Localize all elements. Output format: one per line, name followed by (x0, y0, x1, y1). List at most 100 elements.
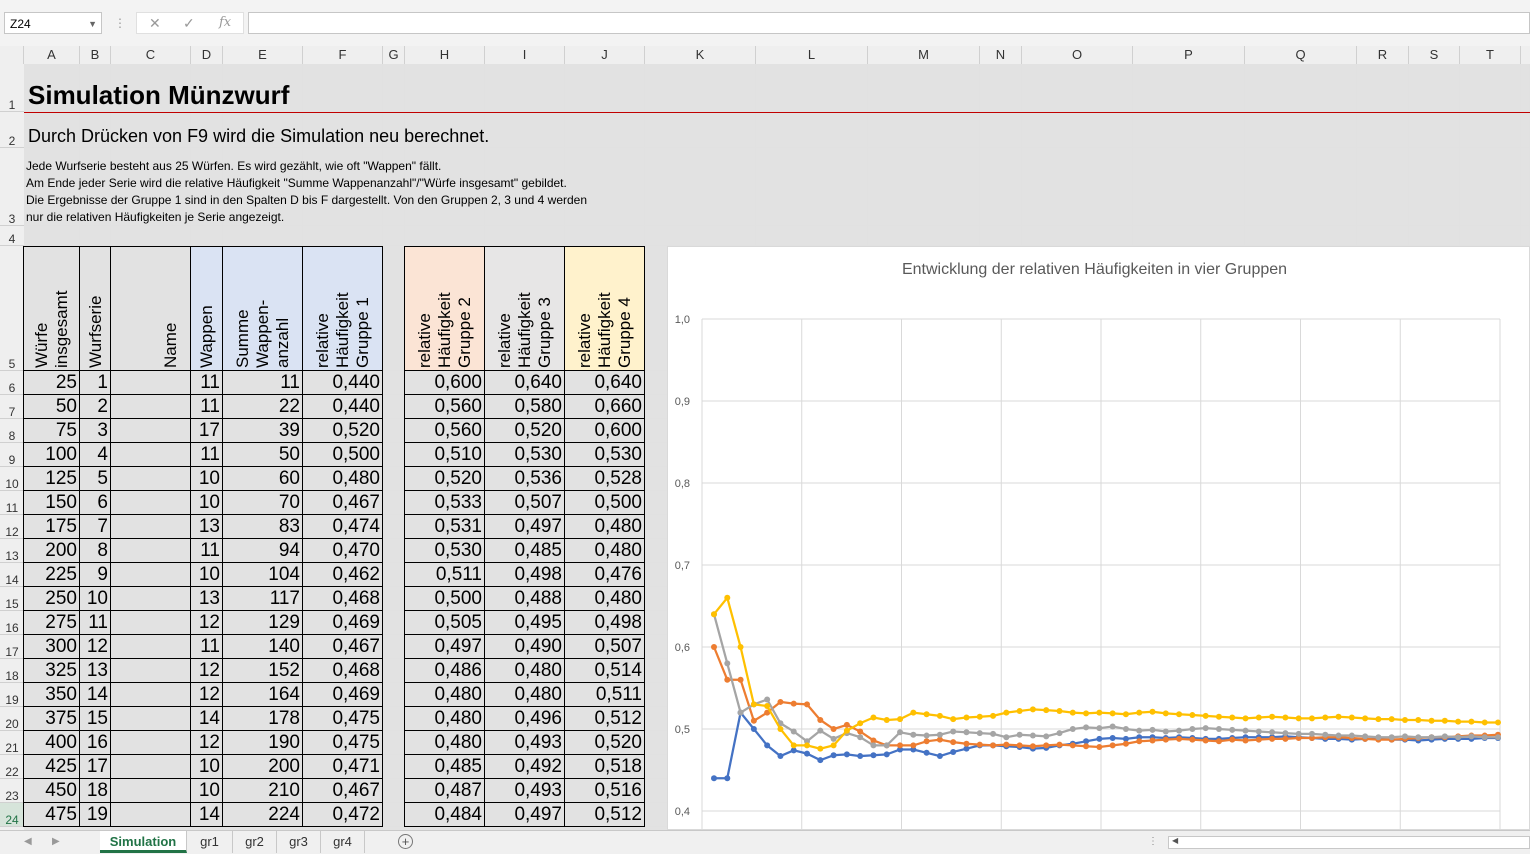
row-header-4[interactable]: 4 (0, 226, 24, 246)
table-cell[interactable]: 12 (191, 659, 223, 683)
table-cell[interactable]: 200 (223, 755, 303, 779)
table-cell[interactable]: 0,512 (565, 803, 645, 827)
table-cell[interactable]: 11 (191, 539, 223, 563)
table-cell[interactable]: 190 (223, 731, 303, 755)
table-cell[interactable]: 7 (80, 515, 111, 539)
table-cell[interactable]: 22 (223, 395, 303, 419)
table-cell[interactable]: 17 (80, 755, 111, 779)
row-header-10[interactable]: 10 (0, 467, 24, 491)
table-cell[interactable]: 2 (80, 395, 111, 419)
column-header-M[interactable]: M (868, 46, 980, 64)
column-header-T[interactable]: T (1460, 46, 1521, 64)
next-sheet-icon[interactable]: ▶ (52, 831, 60, 853)
column-header-J[interactable]: J (565, 46, 645, 64)
table-cell[interactable] (111, 635, 191, 659)
column-header-H[interactable]: H (405, 46, 485, 64)
table-cell[interactable] (111, 779, 191, 803)
table-cell[interactable]: 450 (24, 779, 80, 803)
table-cell[interactable]: 300 (24, 635, 80, 659)
table-cell[interactable]: 0,480 (485, 659, 565, 683)
table-cell[interactable]: 400 (24, 731, 80, 755)
table-cell[interactable] (111, 707, 191, 731)
table-cell[interactable]: 0,480 (303, 467, 383, 491)
row-header-20[interactable]: 20 (0, 707, 24, 731)
column-header-R[interactable]: R (1357, 46, 1409, 64)
table-cell[interactable]: 11 (223, 371, 303, 395)
table-cell[interactable]: 210 (223, 779, 303, 803)
table-cell[interactable]: 0,518 (565, 755, 645, 779)
table-cell[interactable]: 0,533 (405, 491, 485, 515)
tab-gr4[interactable]: gr4 (321, 831, 365, 853)
table-cell[interactable]: 3 (80, 419, 111, 443)
table-cell[interactable]: 0,440 (303, 371, 383, 395)
row-header-14[interactable]: 14 (0, 563, 24, 587)
table-cell[interactable]: 0,493 (485, 731, 565, 755)
table-cell[interactable]: 11 (191, 371, 223, 395)
table-cell[interactable]: 375 (24, 707, 80, 731)
table-cell[interactable]: 0,600 (565, 419, 645, 443)
table-cell[interactable]: 13 (191, 587, 223, 611)
table-cell[interactable] (111, 659, 191, 683)
row-header-5[interactable]: 5 (0, 246, 24, 371)
table-cell[interactable]: 0,480 (565, 515, 645, 539)
row-header-2[interactable]: 2 (0, 112, 24, 148)
table-cell[interactable]: 0,511 (405, 563, 485, 587)
row-header-7[interactable]: 7 (0, 395, 24, 419)
insert-function-icon[interactable]: fx (219, 13, 231, 33)
table-cell[interactable] (111, 731, 191, 755)
table-cell[interactable]: 0,530 (565, 443, 645, 467)
table-cell[interactable]: 14 (191, 707, 223, 731)
table-cell[interactable]: 0,468 (303, 587, 383, 611)
table-cell[interactable]: 0,498 (565, 611, 645, 635)
row-header-11[interactable]: 11 (0, 491, 24, 515)
table-cell[interactable]: 0,480 (405, 731, 485, 755)
table-cell[interactable]: 12 (80, 635, 111, 659)
table-cell[interactable]: 0,500 (303, 443, 383, 467)
table-cell[interactable]: 0,500 (565, 491, 645, 515)
table-cell[interactable]: 0,462 (303, 563, 383, 587)
column-header-P[interactable]: P (1133, 46, 1245, 64)
table-cell[interactable]: 0,528 (565, 467, 645, 491)
table-cell[interactable]: 0,500 (405, 587, 485, 611)
table-cell[interactable]: 0,467 (303, 779, 383, 803)
prev-sheet-icon[interactable]: ◀ (24, 831, 32, 853)
table-cell[interactable]: 275 (24, 611, 80, 635)
table-cell[interactable]: 0,488 (485, 587, 565, 611)
table-cell[interactable] (111, 611, 191, 635)
enter-icon[interactable]: ✓ (183, 13, 195, 33)
column-header-S[interactable]: S (1409, 46, 1460, 64)
line-chart[interactable]: Entwicklung der relativen Häufigkeiten i… (667, 246, 1530, 831)
table-cell[interactable]: 0,485 (485, 539, 565, 563)
row-header-17[interactable]: 17 (0, 635, 24, 659)
cancel-icon[interactable]: ✕ (149, 13, 161, 33)
table-cell[interactable]: 0,487 (405, 779, 485, 803)
table-cell[interactable] (111, 419, 191, 443)
table-cell[interactable]: 0,497 (405, 635, 485, 659)
table-cell[interactable]: 125 (24, 467, 80, 491)
table-cell[interactable]: 11 (191, 443, 223, 467)
column-header-D[interactable]: D (191, 46, 223, 64)
table-cell[interactable]: 1 (80, 371, 111, 395)
table-cell[interactable]: 0,493 (485, 779, 565, 803)
table-cell[interactable]: 0,580 (485, 395, 565, 419)
row-header-13[interactable]: 13 (0, 539, 24, 563)
table-cell[interactable] (111, 467, 191, 491)
table-cell[interactable]: 0,536 (485, 467, 565, 491)
table-cell[interactable]: 17 (191, 419, 223, 443)
row-header-23[interactable]: 23 (0, 779, 24, 803)
table-cell[interactable]: 0,476 (565, 563, 645, 587)
row-header-12[interactable]: 12 (0, 515, 24, 539)
table-cell[interactable] (111, 371, 191, 395)
column-header-C[interactable]: C (111, 46, 191, 64)
table-cell[interactable]: 0,497 (485, 515, 565, 539)
table-cell[interactable]: 0,531 (405, 515, 485, 539)
table-cell[interactable]: 10 (80, 587, 111, 611)
table-cell[interactable]: 129 (223, 611, 303, 635)
row-header-18[interactable]: 18 (0, 659, 24, 683)
table-cell[interactable]: 0,467 (303, 635, 383, 659)
row-header-9[interactable]: 9 (0, 443, 24, 467)
row-header-19[interactable]: 19 (0, 683, 24, 707)
table-cell[interactable]: 0,480 (405, 707, 485, 731)
table-cell[interactable]: 0,514 (565, 659, 645, 683)
table-cell[interactable] (111, 515, 191, 539)
